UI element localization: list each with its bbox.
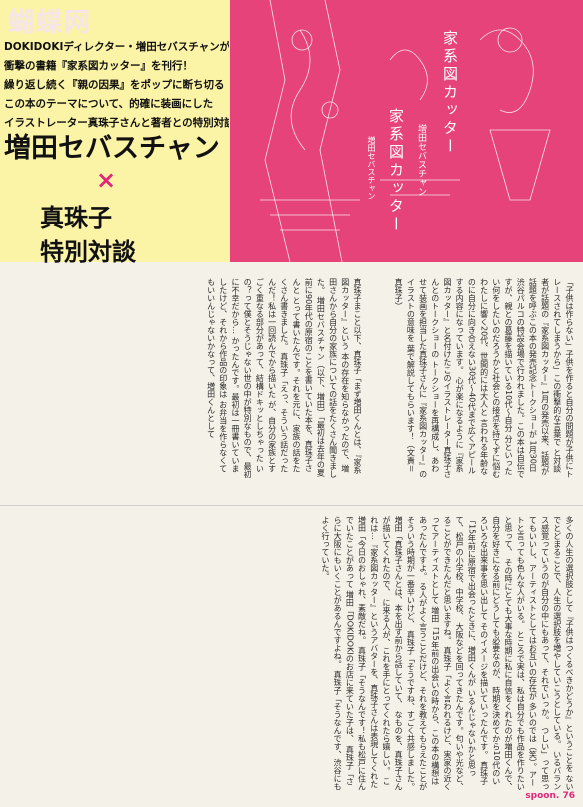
interview-lower: 多くの人生の選択肢として『子供はつくるべきかどうか』ということを ないでとどまる… [8, 516, 575, 792]
lead-line: 繰り返し続く『親の因果』をポップに断ち切る [4, 79, 225, 91]
page-number: 76 [562, 791, 575, 801]
interview-para: そういう時期が一番辛いけど、 [406, 516, 416, 628]
title-subtitle: 特別対談 [40, 238, 136, 266]
lead-text: DOKIDOKIディレクター・増田セバスチャンが、 衝撃の書籍『家系図カッター』… [4, 38, 229, 133]
interview-para: に来る人が、これを手にとってくれたら嬉しい。 [381, 598, 391, 775]
page: 蝴蝶网 DOKIDOKIディレクター・増田セバスチャンが、 衝撃の書籍『家系図カ… [0, 0, 583, 807]
lead-line: この本のテーマについて、的確に装画にした [4, 98, 214, 110]
interview-para: そのイメージを描いていったんです。 [479, 622, 489, 759]
title-name-1: 増田セバスチャン [4, 133, 220, 164]
interview-para: 増田「真珠子さんとは、本を出す前から話していて、 [394, 516, 404, 708]
interview-para: 増田「DOKIDOKIのお店に来ていた子は、 [345, 590, 355, 743]
interview-upper: 真珠子まこと以下、真珠子「まず増田くんとは、『家系図カッター』という 本の存在を… [8, 278, 363, 478]
title-name-2: 真珠子 [40, 204, 112, 232]
lead-line: DOKIDOKIディレクター・増田セバスチャンが、 [4, 41, 229, 53]
column-divider [0, 505, 583, 506]
cover-title-a: 家系図カッター [441, 30, 459, 156]
cover-author-b: 増田セバスチャン [367, 136, 376, 200]
header-block: 蝴蝶网 DOKIDOKIディレクター・増田セバスチャンが、 衝撃の書籍『家系図カ… [0, 0, 230, 266]
title-cross: × [96, 166, 117, 194]
interview-para: る人がよく言うことだけど、それを教えてもらえたことが [418, 582, 428, 791]
interview-para: ることができたんだと思いますね。 [442, 516, 452, 644]
cover-author-a: 増田セバスチャン [416, 124, 426, 196]
intro-text: 「子供は作らない」子供を作ると自分の問題が子供にトレースされてしまうから」この衝… [370, 278, 575, 478]
interview-para: 大阪などを回ってきたんです。匂いや光など、 [455, 622, 465, 791]
watermark: 蝴蝶网 [8, 8, 93, 38]
page-footer: spoon. 76 [525, 791, 575, 801]
interview-para: 自分を好きになる前にどうしても必要なのが、 [491, 516, 501, 684]
cover-title-b: 家系図カッター [387, 108, 405, 234]
interview-para: その時にとても大事な時期に私に自信をくれたのが増田くんで、 [503, 558, 513, 791]
interview-para: 多くの人生の選択肢として『子供はつくるべきかどうか』ということを [565, 516, 574, 772]
book-cover-photo: 家系図カッター 増田セバスチャン 家系図カッター 増田セバスチャン [230, 0, 583, 262]
interview-para: 増田「今日のおしゃれ、素敵だね。 [357, 516, 367, 644]
magazine-name: spoon. [525, 791, 560, 801]
interview-para: 真珠子「そうですね、すごく共感しました。 [406, 630, 416, 791]
lead-line: 衝撃の書籍『家系図カッター』を刊行！ [4, 60, 193, 72]
